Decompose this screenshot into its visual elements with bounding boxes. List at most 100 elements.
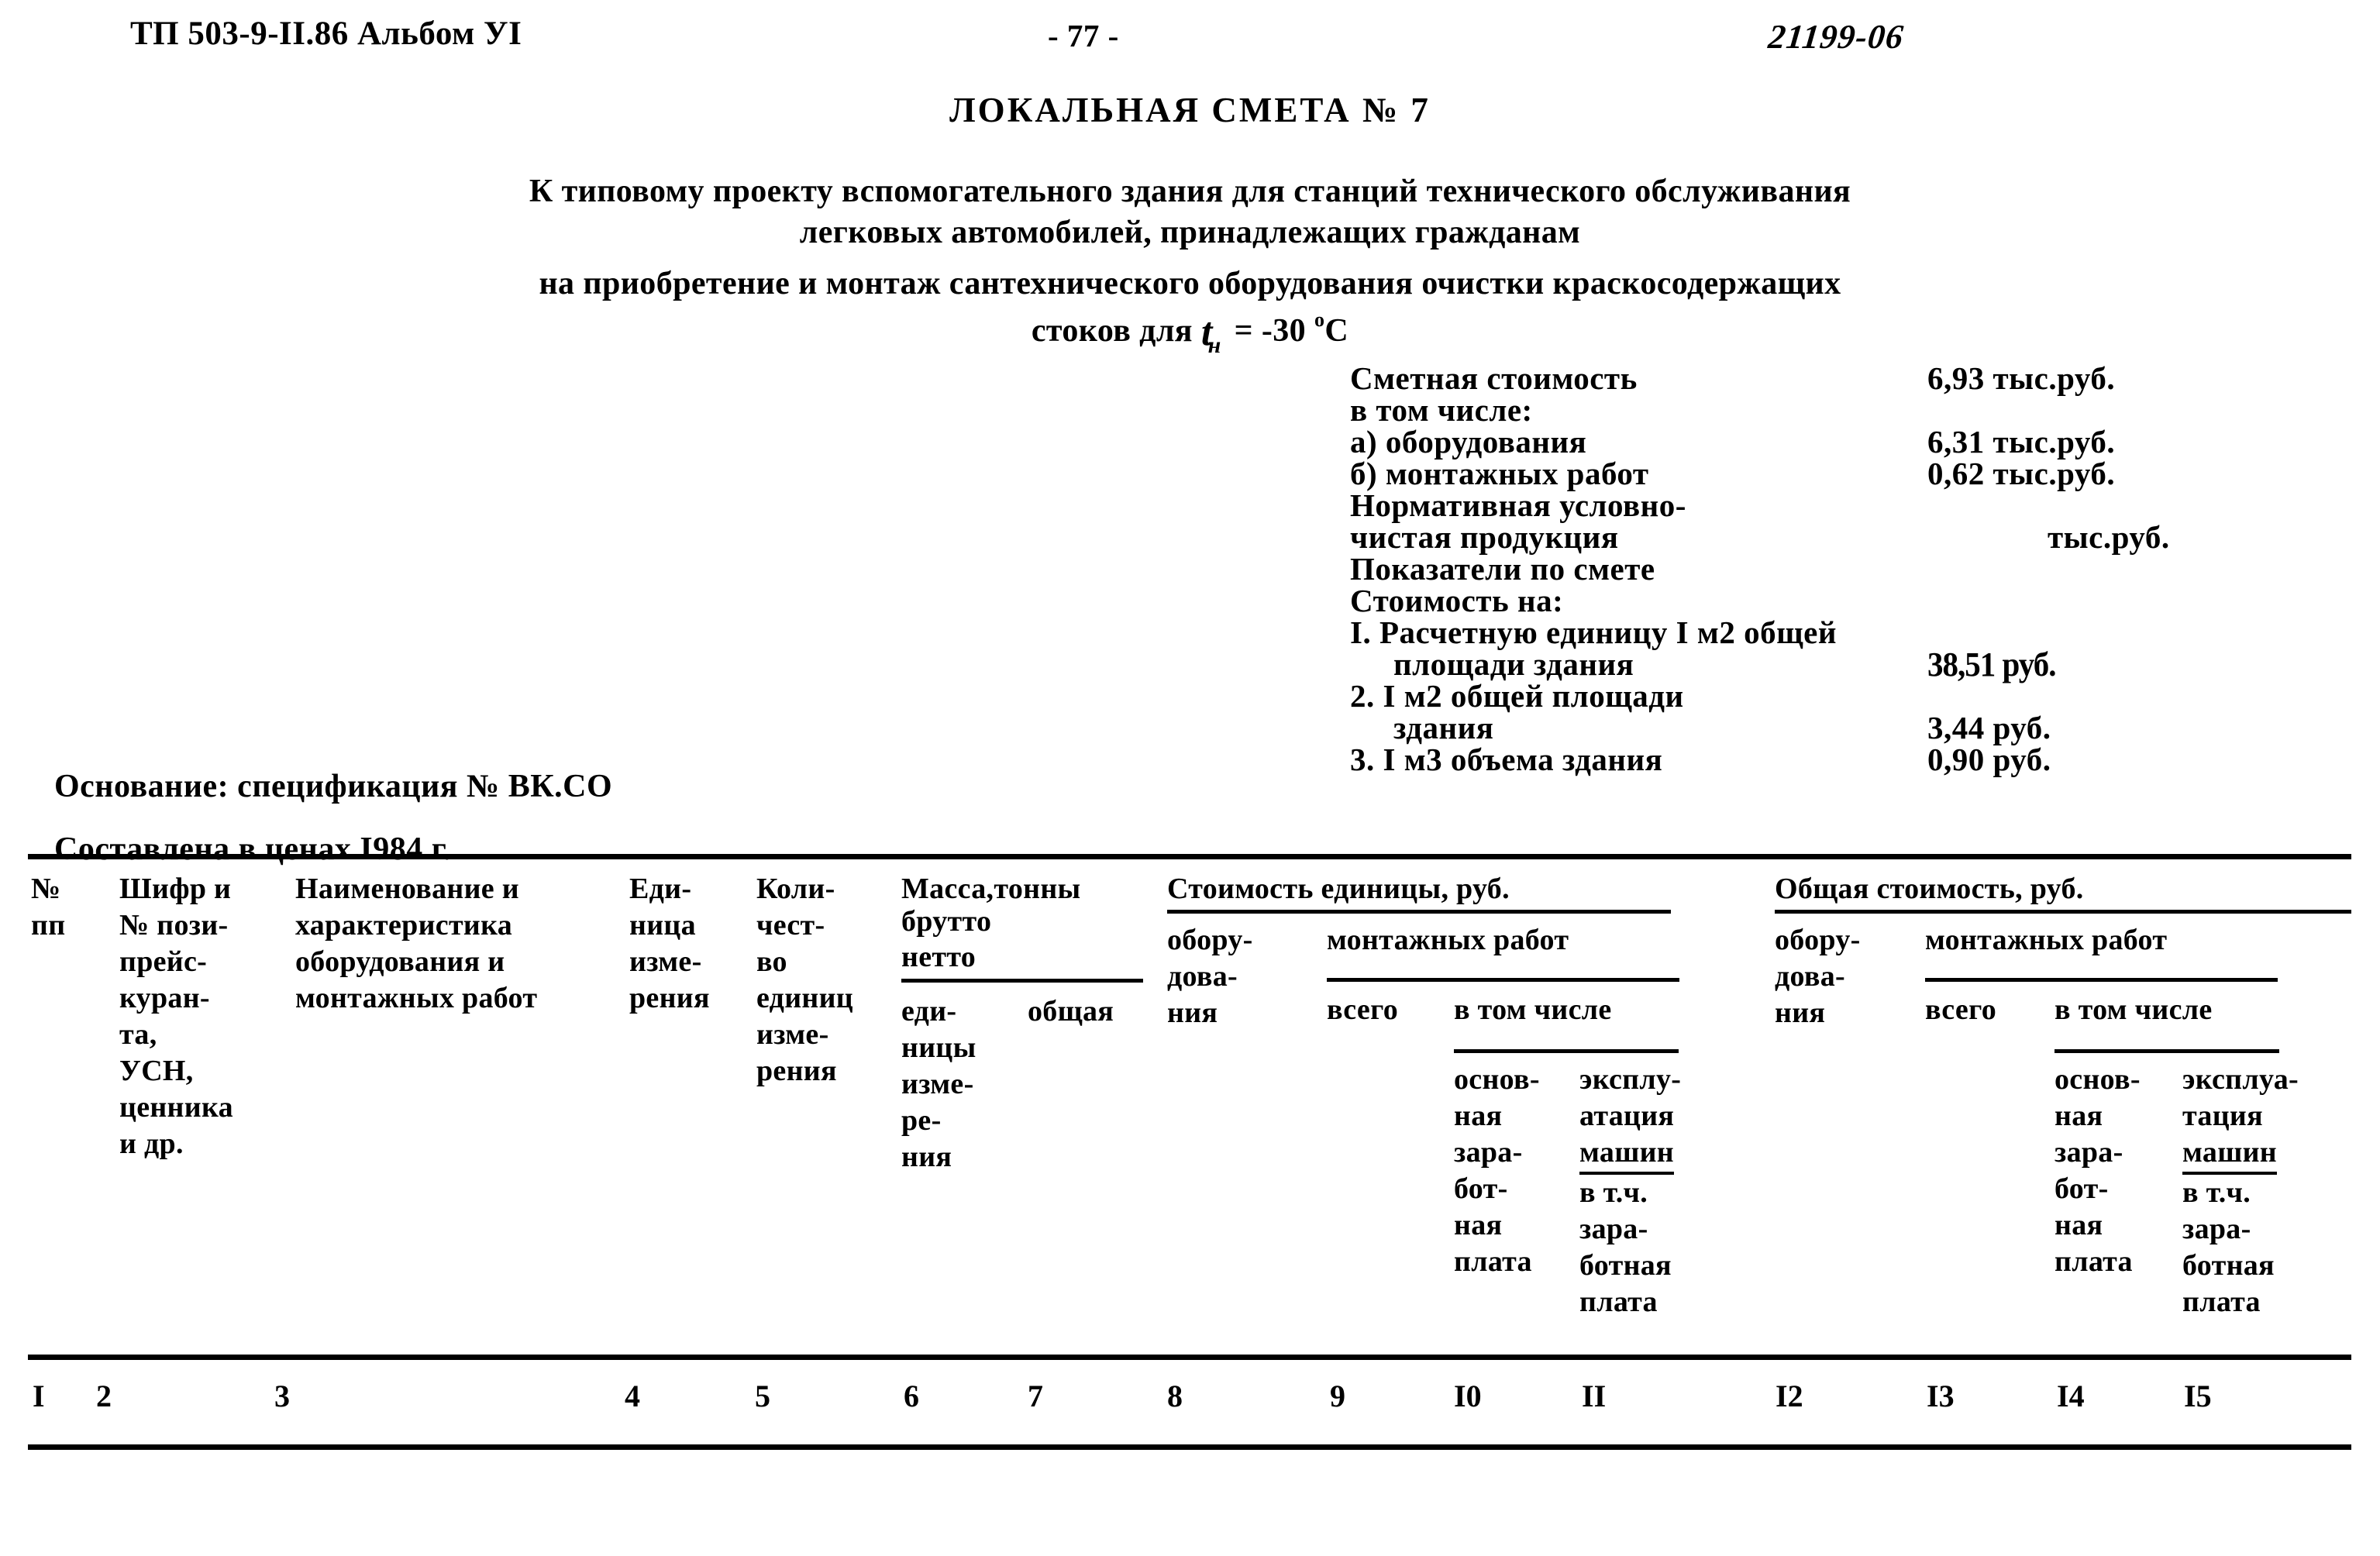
install-works-rule-left (1327, 978, 1679, 982)
col-header-line: плата (1454, 1245, 1532, 1278)
col-header-13: всего (1925, 992, 1996, 1028)
column-number: I0 (1454, 1379, 1482, 1413)
unit-cost-group-header: Стоимость единицы, руб. (1167, 873, 1510, 905)
col-header-line: плата (2055, 1245, 2133, 1278)
column-number: 6 (904, 1379, 919, 1413)
cost-summary-label: площади здания (1393, 646, 1634, 682)
col-header-line: ботная (2182, 1249, 2275, 1282)
in-which-header-left: в том числе (1454, 993, 1612, 1026)
col-header-line: ния (1167, 997, 1218, 1029)
col-header-line: плата (1579, 1286, 1658, 1318)
col-header-line: ная (2055, 1100, 2103, 1132)
col-header-line: основ- (1454, 1063, 1540, 1096)
total-cost-group-rule (1775, 910, 2351, 914)
col-header-11: эксплу-атация машин в т.ч. зара-ботная плата (1579, 1062, 1681, 1320)
column-number: 5 (755, 1379, 770, 1413)
col-header-line: оборудования и (295, 945, 505, 978)
mass-group-rule (901, 979, 1143, 983)
col-header-7: общая (1028, 993, 1114, 1030)
col-header-line: Наименование и (295, 873, 519, 905)
cost-summary-value: 0,90 руб. (1927, 742, 2051, 777)
cost-summary-label: 3. I м3 объема здания (1350, 742, 1663, 777)
cost-summary-row: в том числе: (1350, 394, 2311, 426)
col-header-line: изме- (629, 945, 702, 978)
col-header-line: бот- (1454, 1172, 1508, 1205)
col-header-line: дова- (1167, 960, 1238, 993)
description-line-4: стоков для tн = -30 оС (1031, 308, 1349, 357)
cost-summary-value: 3,44 руб. (1927, 710, 2051, 745)
column-number: 2 (96, 1379, 112, 1413)
temperature-value: = -30 (1225, 313, 1314, 349)
cost-summary-value: 6,31 тыс.руб. (1927, 424, 2116, 460)
col-header-line: рения (756, 1055, 837, 1087)
col-header-line: ния (1775, 997, 1826, 1029)
col-header-line: обору- (1167, 924, 1253, 956)
col-header-line: зара- (1454, 1136, 1523, 1169)
page-header: ТП 503-9-II.86 Альбом УI - 77 - 21199-06 (0, 17, 2380, 64)
cost-summary-value: 0,62 тыс.руб. (1927, 456, 2116, 491)
cost-summary-label: б) монтажных работ (1350, 456, 1649, 491)
mass-gross-label: брутто (901, 905, 992, 938)
col-header-line: ния (901, 1141, 952, 1173)
cost-summary-row: здания 3,44 руб. (1350, 712, 2311, 744)
col-header-line: дова- (1775, 960, 1845, 993)
machines-underlined-label: машин (2182, 1134, 2277, 1175)
temperature-subscript: н (1207, 332, 1221, 359)
column-number: I2 (1776, 1379, 1803, 1413)
cost-summary-label: здания (1393, 710, 1494, 745)
col-header-15: эксплуа-тация машин в т.ч. зара-ботная плата (2182, 1062, 2299, 1320)
col-header-line: прейс- (119, 945, 208, 978)
col-header-line: № (31, 873, 61, 905)
col-header-line: УСН, (119, 1055, 194, 1087)
cost-summary-label: Нормативная условно- (1350, 487, 1686, 523)
col-header-line: эксплу- (1579, 1063, 1682, 1096)
col-header-line: всего (1327, 993, 1398, 1026)
col-header-4: Еди-ница изме-рения (629, 871, 710, 1017)
col-header-line: ницы (901, 1031, 976, 1064)
col-header-line: обору- (1775, 924, 1861, 956)
cost-summary-row: б) монтажных работ 0,62 тыс.руб. (1350, 458, 2311, 490)
cost-summary-value-handwritten: 38,51 руб. (1927, 645, 2056, 683)
col-header-line: зара- (2182, 1213, 2251, 1245)
cost-summary-row: Показатели по смете (1350, 553, 2311, 585)
col-header-1: № пп (31, 871, 65, 944)
description-line-3: на приобретение и монтаж сантехнического… (539, 266, 1841, 301)
col-header-line: атация (1579, 1100, 1675, 1132)
document-code: ТП 503-9-II.86 Альбом УI (130, 15, 522, 52)
col-header-line: основ- (2055, 1063, 2141, 1096)
machines-underlined-label: машин (1579, 1134, 1674, 1175)
column-number: I3 (1927, 1379, 1955, 1413)
cost-summary-row: чистая продукция тыс.руб. (1350, 522, 2311, 553)
cost-summary-row: Нормативная условно- (1350, 490, 2311, 522)
col-header-3: Наименование и характеристика оборудования… (295, 871, 537, 1017)
column-number: I4 (2057, 1379, 2085, 1413)
temperature-unit: С (1324, 313, 1349, 349)
table-numbers-top-rule (28, 1355, 2351, 1360)
cost-summary-row: Стоимость на: (1350, 585, 2311, 617)
cost-summary-row: а) оборудования 6,31 тыс.руб. (1350, 426, 2311, 458)
page-title: ЛОКАЛЬНАЯ СМЕТА № 7 (949, 91, 1431, 129)
column-number: 7 (1028, 1379, 1043, 1413)
install-works-rule-right (1925, 978, 2278, 982)
cost-summary-label: Сметная стоимость (1350, 360, 1638, 396)
cost-summary-row: площади здания 38,51 руб. (1350, 645, 2311, 683)
col-header-line: рения (629, 982, 710, 1014)
description-line-4-prefix: стоков для (1031, 313, 1201, 349)
col-header-line: зара- (2055, 1136, 2123, 1169)
cost-summary-block: Сметная стоимость 6,93 тыс.руб. в том числ… (1350, 363, 2311, 776)
column-number: I (33, 1379, 45, 1413)
col-header-line: эксплуа- (2182, 1063, 2299, 1096)
description-line-1: К типовому проекту вспомогательного здан… (529, 174, 1851, 209)
col-header-line: ница (629, 909, 696, 942)
cost-summary-label: Показатели по смете (1350, 551, 1655, 587)
col-header-line: та, (119, 1018, 157, 1051)
col-header-line: монтажных работ (295, 982, 538, 1014)
col-header-line: в т.ч. (1579, 1176, 1648, 1209)
cost-summary-label: в том числе: (1350, 392, 1533, 428)
col-header-line: тация (2182, 1100, 2263, 1132)
col-header-line: ботная (1579, 1249, 1672, 1282)
column-number: 4 (625, 1379, 640, 1413)
col-header-line: общая (1028, 995, 1114, 1028)
col-header-line: ре- (901, 1104, 942, 1137)
col-header-line: пп (31, 909, 66, 942)
